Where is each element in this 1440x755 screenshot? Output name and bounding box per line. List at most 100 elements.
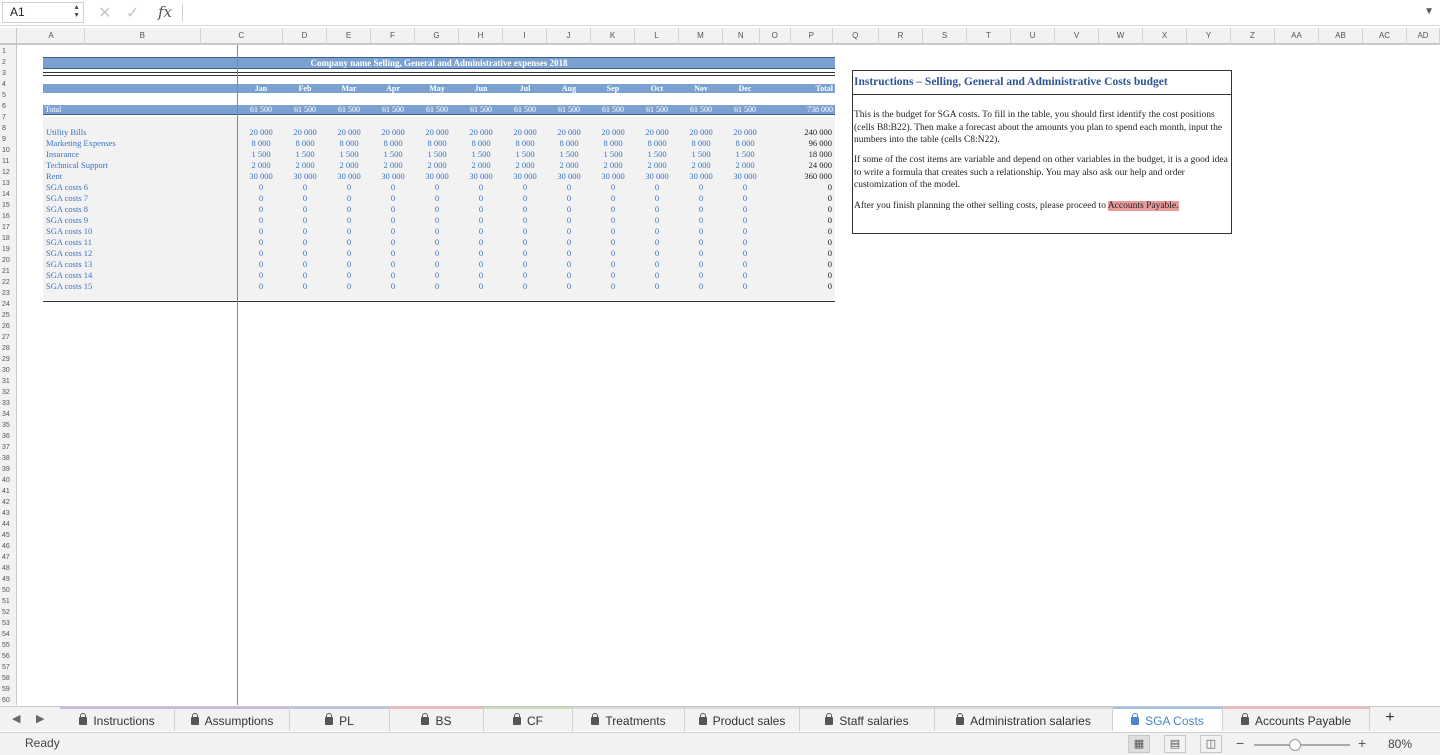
cost-row-total[interactable]: 0 — [790, 226, 832, 237]
cost-cell[interactable]: 8 000 — [681, 138, 721, 149]
column-header-o[interactable]: O — [760, 28, 791, 44]
total-cell-jul[interactable]: 61 500 — [505, 105, 545, 115]
row-header-14[interactable]: 14 — [0, 189, 16, 200]
row-header-21[interactable]: 21 — [0, 266, 16, 277]
cost-cell[interactable]: 0 — [681, 248, 721, 259]
cost-cell[interactable]: 0 — [373, 182, 413, 193]
row-header-48[interactable]: 48 — [0, 563, 16, 574]
tab-cf[interactable]: CF — [484, 707, 573, 731]
cost-cell[interactable]: 20 000 — [549, 127, 589, 138]
cost-cell[interactable]: 0 — [593, 182, 633, 193]
select-all-corner[interactable] — [0, 28, 17, 44]
cost-cell[interactable]: 0 — [329, 215, 369, 226]
column-header-g[interactable]: G — [415, 28, 459, 44]
cancel-icon[interactable]: ✕ — [98, 3, 111, 23]
row-header-8[interactable]: 8 — [0, 123, 16, 134]
cost-cell[interactable]: 1 500 — [241, 149, 281, 160]
cost-cell[interactable]: 2 000 — [505, 160, 545, 171]
cost-cell[interactable]: 0 — [593, 237, 633, 248]
cost-cell[interactable]: 0 — [241, 248, 281, 259]
cost-cell[interactable]: 2 000 — [593, 160, 633, 171]
row-header-7[interactable]: 7 — [0, 112, 16, 123]
cost-cell[interactable]: 20 000 — [417, 127, 457, 138]
total-cell-oct[interactable]: 61 500 — [637, 105, 677, 115]
cost-row-total[interactable]: 96 000 — [790, 138, 832, 149]
cost-cell[interactable]: 8 000 — [373, 138, 413, 149]
row-header-50[interactable]: 50 — [0, 585, 16, 596]
total-cell-feb[interactable]: 61 500 — [285, 105, 325, 115]
cost-cell[interactable]: 8 000 — [461, 138, 501, 149]
column-header-n[interactable]: N — [723, 28, 760, 44]
row-header-38[interactable]: 38 — [0, 453, 16, 464]
tab-product-sales[interactable]: Product sales — [685, 707, 800, 731]
cost-cell[interactable]: 0 — [241, 182, 281, 193]
cost-cell[interactable]: 0 — [505, 193, 545, 204]
cost-item-label[interactable]: SGA costs 8 — [46, 204, 88, 215]
cost-cell[interactable]: 0 — [593, 281, 633, 292]
cost-cell[interactable]: 0 — [637, 182, 677, 193]
cost-cell[interactable]: 1 500 — [681, 149, 721, 160]
cost-cell[interactable]: 0 — [417, 215, 457, 226]
row-header-10[interactable]: 10 — [0, 145, 16, 156]
cost-cell[interactable]: 20 000 — [373, 127, 413, 138]
cost-cell[interactable]: 0 — [417, 204, 457, 215]
column-header-m[interactable]: M — [679, 28, 723, 44]
cost-cell[interactable]: 0 — [329, 237, 369, 248]
cost-cell[interactable]: 0 — [373, 226, 413, 237]
page-layout-view-icon[interactable]: ▤ — [1164, 735, 1186, 753]
formula-input[interactable] — [190, 2, 1420, 23]
cost-cell[interactable]: 8 000 — [241, 138, 281, 149]
row-header-47[interactable]: 47 — [0, 552, 16, 563]
cost-cell[interactable]: 20 000 — [285, 127, 325, 138]
cost-row-total[interactable]: 18 000 — [790, 149, 832, 160]
cost-item-label[interactable]: SGA costs 7 — [46, 193, 88, 204]
cost-item-label[interactable]: SGA costs 11 — [46, 237, 92, 248]
cost-cell[interactable]: 30 000 — [725, 171, 765, 182]
cost-row-total[interactable]: 0 — [790, 237, 832, 248]
column-header-ad[interactable]: AD — [1407, 28, 1440, 44]
cost-cell[interactable]: 0 — [637, 248, 677, 259]
next-sheet-icon[interactable]: ▶ — [36, 712, 44, 725]
cost-cell[interactable]: 1 500 — [593, 149, 633, 160]
cost-cell[interactable]: 30 000 — [461, 171, 501, 182]
cost-cell[interactable]: 0 — [329, 193, 369, 204]
cost-cell[interactable]: 2 000 — [461, 160, 501, 171]
cost-cell[interactable]: 0 — [725, 248, 765, 259]
cost-item-label[interactable]: Insurance — [46, 149, 79, 160]
name-box[interactable]: A1 ▲ ▼ — [2, 2, 84, 23]
cost-cell[interactable]: 30 000 — [241, 171, 281, 182]
cost-row-total[interactable]: 0 — [790, 270, 832, 281]
cost-cell[interactable]: 0 — [461, 204, 501, 215]
cost-row-total[interactable]: 0 — [790, 204, 832, 215]
page-break-view-icon[interactable]: ◫ — [1200, 735, 1222, 753]
function-icon[interactable]: fx — [158, 3, 172, 21]
cost-cell[interactable]: 0 — [373, 248, 413, 259]
cost-cell[interactable]: 2 000 — [329, 160, 369, 171]
cost-cell[interactable]: 0 — [505, 204, 545, 215]
row-header-44[interactable]: 44 — [0, 519, 16, 530]
cost-cell[interactable]: 0 — [241, 193, 281, 204]
column-header-ac[interactable]: AC — [1363, 28, 1407, 44]
cost-cell[interactable]: 0 — [285, 204, 325, 215]
cost-cell[interactable]: 0 — [637, 270, 677, 281]
cost-cell[interactable]: 0 — [373, 270, 413, 281]
cost-cell[interactable]: 0 — [241, 204, 281, 215]
column-header-r[interactable]: R — [879, 28, 923, 44]
total-cell-apr[interactable]: 61 500 — [373, 105, 413, 115]
row-header-19[interactable]: 19 — [0, 244, 16, 255]
tab-assumptions[interactable]: Assumptions — [175, 707, 290, 731]
cost-cell[interactable]: 0 — [461, 182, 501, 193]
total-cell-dec[interactable]: 61 500 — [725, 105, 765, 115]
cost-row-total[interactable]: 0 — [790, 182, 832, 193]
total-cell-nov[interactable]: 61 500 — [681, 105, 721, 115]
column-header-x[interactable]: X — [1143, 28, 1187, 44]
cost-cell[interactable]: 0 — [285, 270, 325, 281]
cost-cell[interactable]: 2 000 — [373, 160, 413, 171]
cost-cell[interactable]: 0 — [373, 259, 413, 270]
row-header-3[interactable]: 3 — [0, 68, 16, 79]
cost-item-label[interactable]: Utility Bills — [46, 127, 86, 138]
cost-cell[interactable]: 0 — [373, 237, 413, 248]
cost-cell[interactable]: 0 — [285, 193, 325, 204]
cost-cell[interactable]: 0 — [549, 204, 589, 215]
cost-cell[interactable]: 20 000 — [329, 127, 369, 138]
